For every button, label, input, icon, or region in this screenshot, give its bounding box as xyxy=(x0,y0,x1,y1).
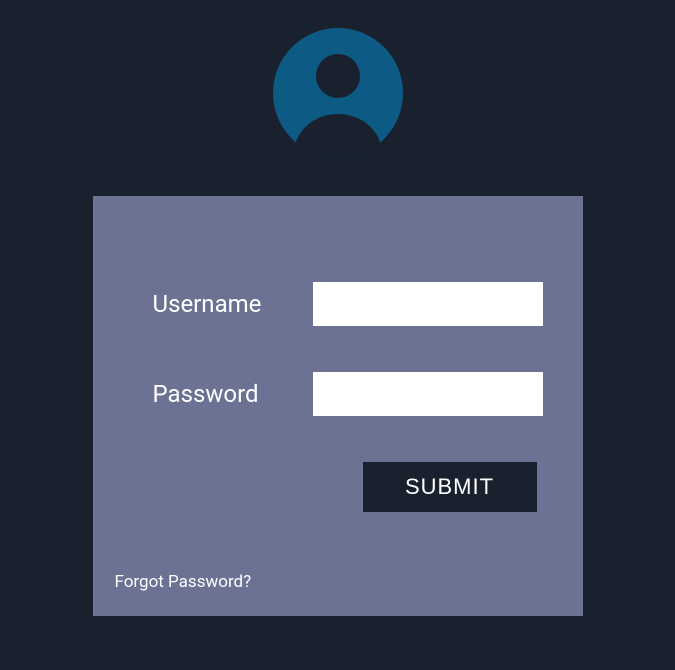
password-label: Password xyxy=(153,380,313,408)
submit-button[interactable]: SUBMIT xyxy=(363,462,537,512)
username-row: Username xyxy=(93,282,583,326)
avatar-head-shape xyxy=(316,54,360,98)
avatar-body-shape xyxy=(294,114,382,158)
username-input[interactable] xyxy=(313,282,543,326)
password-input[interactable] xyxy=(313,372,543,416)
submit-row: SUBMIT xyxy=(93,462,583,512)
user-avatar-icon xyxy=(273,28,403,158)
forgot-password-link[interactable]: Forgot Password? xyxy=(115,572,252,592)
password-row: Password xyxy=(93,372,583,416)
login-panel: Username Password SUBMIT Forgot Password… xyxy=(93,196,583,616)
username-label: Username xyxy=(153,290,313,318)
